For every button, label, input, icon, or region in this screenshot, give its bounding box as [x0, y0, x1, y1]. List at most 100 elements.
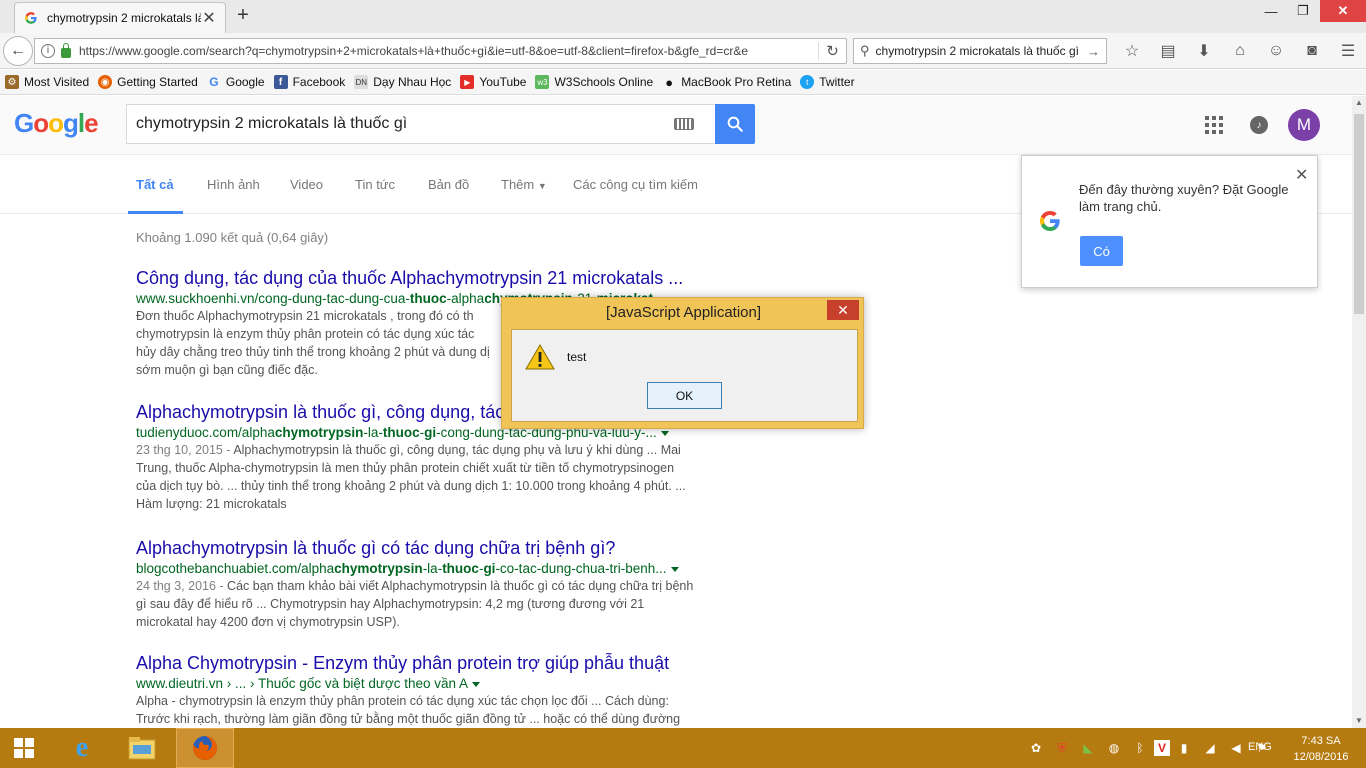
bookmark-twitter[interactable]: t Twitter — [800, 75, 855, 89]
toolbar-icons: ☆ ▤ ⬇ ⌂ ☺ ◙ ☰ — [1114, 41, 1366, 61]
result-snippet: 23 thg 10, 2015 - Alphachymotrypsin là t… — [136, 443, 686, 511]
keyboard-icon[interactable] — [674, 118, 694, 130]
url-dropdown-icon[interactable] — [472, 681, 481, 687]
url-dropdown-icon[interactable] — [670, 566, 679, 572]
internet-explorer-icon: e — [75, 732, 89, 763]
tab-images[interactable]: Hình ảnh — [207, 177, 260, 192]
bookmark-getting-started[interactable]: ◉ Getting Started — [98, 75, 198, 89]
page-scrollbar[interactable]: ▲ ▼ — [1352, 96, 1366, 728]
tab-title: chymotrypsin 2 microkatals là thuốc gì — [47, 11, 201, 25]
network-share-icon[interactable]: ✿ — [1024, 740, 1048, 756]
result-snippet: Alpha - chymotrypsin là enzym thủy phân … — [136, 694, 681, 726]
url-dropdown-icon[interactable] — [660, 430, 669, 436]
browser-search-value[interactable]: chymotrypsin 2 microkatals là thuốc gì — [876, 44, 1083, 58]
browser-search-box[interactable]: ⚲ chymotrypsin 2 microkatals là thuốc gì… — [853, 38, 1107, 64]
browser-tab[interactable]: chymotrypsin 2 microkatals là thuốc gì ✕ — [14, 2, 226, 33]
tab-news[interactable]: Tin tức — [355, 177, 395, 192]
bookmark-label: YouTube — [479, 75, 527, 89]
reading-list-icon[interactable]: ▤ — [1150, 41, 1186, 61]
input-language[interactable]: ENG — [1248, 741, 1272, 753]
bookmark-most-visited[interactable]: ⚙ Most Visited — [5, 75, 89, 89]
bookmark-w3schools[interactable]: w3 W3Schools Online — [535, 75, 653, 89]
search-result: Alpha Chymotrypsin - Enzym thủy phân pro… — [136, 653, 731, 728]
google-search-box[interactable]: chymotrypsin 2 microkatals là thuốc gì — [126, 104, 716, 144]
windows-logo-icon — [14, 738, 34, 758]
menu-icon[interactable]: ☰ — [1330, 41, 1366, 61]
popup-close-icon[interactable]: ✕ — [1295, 165, 1308, 185]
start-button[interactable] — [0, 728, 48, 768]
scroll-thumb[interactable] — [1354, 114, 1364, 314]
facebook-icon: f — [273, 75, 288, 89]
lock-icon[interactable] — [61, 43, 71, 58]
account-avatar[interactable]: M — [1288, 109, 1320, 141]
taskbar-clock[interactable]: 7:43 SA 12/08/2016 — [1290, 733, 1352, 765]
search-result: Alphachymotrypsin là thuốc gì có tác dụn… — [136, 538, 731, 631]
bluetooth-icon[interactable]: ᛒ — [1128, 740, 1152, 756]
popup-yes-button[interactable]: Có — [1080, 236, 1123, 266]
google-search-button[interactable] — [715, 104, 755, 144]
taskbar-internet-explorer[interactable]: e — [58, 728, 106, 768]
tab-video[interactable]: Video — [290, 177, 323, 192]
tab-all[interactable]: Tất cả — [136, 177, 174, 192]
set-homepage-popup: Đến đây thường xuyên? Đặt Google làm tra… — [1021, 155, 1318, 288]
bookmark-label: Most Visited — [24, 75, 90, 89]
taskbar-firefox[interactable] — [176, 728, 234, 768]
info-icon[interactable]: i — [41, 44, 55, 58]
minimize-button[interactable]: — — [1256, 0, 1286, 22]
volume-icon[interactable]: ◀ — [1224, 740, 1248, 756]
chrome-tray-icon[interactable]: ◍ — [1102, 740, 1126, 756]
back-button[interactable]: ← — [3, 36, 33, 66]
antivirus-shield-icon[interactable]: ⛨ — [1050, 740, 1074, 756]
home-icon[interactable]: ⌂ — [1222, 41, 1258, 61]
bookmark-label: Facebook — [292, 75, 346, 89]
notifications-bell-icon[interactable]: ♪ — [1250, 116, 1268, 134]
tab-more-label: Thêm — [501, 177, 535, 192]
bookmark-facebook[interactable]: f Facebook — [273, 75, 346, 89]
bookmark-macbook[interactable]: ● MacBook Pro Retina — [662, 75, 791, 90]
taskbar: e ✿ ⛨ ◣ ◍ ᛒ V ▮ ◢ ◀ ⚑ ENG 7:43 SA 12/08/… — [0, 728, 1366, 768]
bookmark-youtube[interactable]: ▶ YouTube — [460, 75, 526, 89]
pocket-icon[interactable]: ◙ — [1294, 41, 1330, 61]
youtube-icon: ▶ — [460, 75, 475, 89]
bookmark-label: Getting Started — [117, 75, 198, 89]
tab-bar: chymotrypsin 2 microkatals là thuốc gì ✕… — [0, 0, 1366, 33]
result-title[interactable]: Công dụng, tác dụng của thuốc Alphachymo… — [136, 268, 731, 289]
result-title[interactable]: Alpha Chymotrypsin - Enzym thủy phân pro… — [136, 653, 731, 674]
google-doodle-logo[interactable]: Google — [14, 108, 99, 139]
url-bar[interactable]: i https://www.google.com/search?q=chymot… — [34, 38, 847, 64]
google-search-input[interactable]: chymotrypsin 2 microkatals là thuốc gì — [136, 115, 674, 133]
result-url[interactable]: blogcothebanchuabiet.com/alphachymotryps… — [136, 561, 731, 576]
maximize-button[interactable]: ❐ — [1288, 0, 1318, 22]
alert-close-button[interactable]: ✕ — [827, 300, 859, 320]
reload-icon[interactable]: ↻ — [818, 42, 846, 60]
url-text[interactable]: https://www.google.com/search?q=chymotry… — [79, 44, 818, 58]
vietkey-icon[interactable]: V — [1154, 740, 1170, 756]
emoji-icon[interactable]: ☺ — [1258, 41, 1294, 61]
tab-more[interactable]: Thêm ▼ — [501, 177, 547, 192]
battery-icon[interactable]: ▮ — [1172, 740, 1196, 756]
scroll-up-icon[interactable]: ▲ — [1352, 96, 1366, 110]
apps-grid-icon[interactable] — [1205, 116, 1223, 134]
nvidia-icon[interactable]: ◣ — [1076, 740, 1100, 756]
result-url[interactable]: www.dieutri.vn › ... › Thuốc gốc và biệt… — [136, 676, 731, 691]
scroll-down-icon[interactable]: ▼ — [1352, 714, 1366, 728]
window-close-button[interactable]: ✕ — [1320, 0, 1366, 22]
downloads-icon[interactable]: ⬇ — [1186, 41, 1222, 61]
bookmark-google[interactable]: G Google — [207, 75, 264, 89]
tab-close-icon[interactable]: ✕ — [201, 8, 217, 28]
bookmarks-toolbar: ⚙ Most Visited ◉ Getting Started G Google f… — [0, 70, 1366, 95]
bookmark-label: Dạy Nhau Học — [373, 75, 452, 89]
wifi-signal-icon[interactable]: ◢ — [1198, 740, 1222, 756]
bookmark-day-nhau-hoc[interactable]: DN Dạy Nhau Học — [354, 75, 451, 89]
tab-maps[interactable]: Bản đồ — [428, 177, 469, 192]
result-title[interactable]: Alphachymotrypsin là thuốc gì có tác dụn… — [136, 538, 731, 559]
chevron-down-icon: ▼ — [537, 181, 547, 191]
alert-ok-button[interactable]: OK — [647, 382, 722, 409]
new-tab-button[interactable]: + — [232, 5, 254, 27]
tab-search-tools[interactable]: Các công cụ tìm kiếm — [573, 177, 698, 192]
alert-title: [JavaScript Application] — [605, 304, 762, 321]
bookmark-star-icon[interactable]: ☆ — [1114, 41, 1150, 61]
taskbar-file-explorer[interactable] — [118, 728, 166, 768]
search-go-icon[interactable]: → — [1087, 44, 1100, 59]
active-tab-underline — [128, 211, 183, 214]
